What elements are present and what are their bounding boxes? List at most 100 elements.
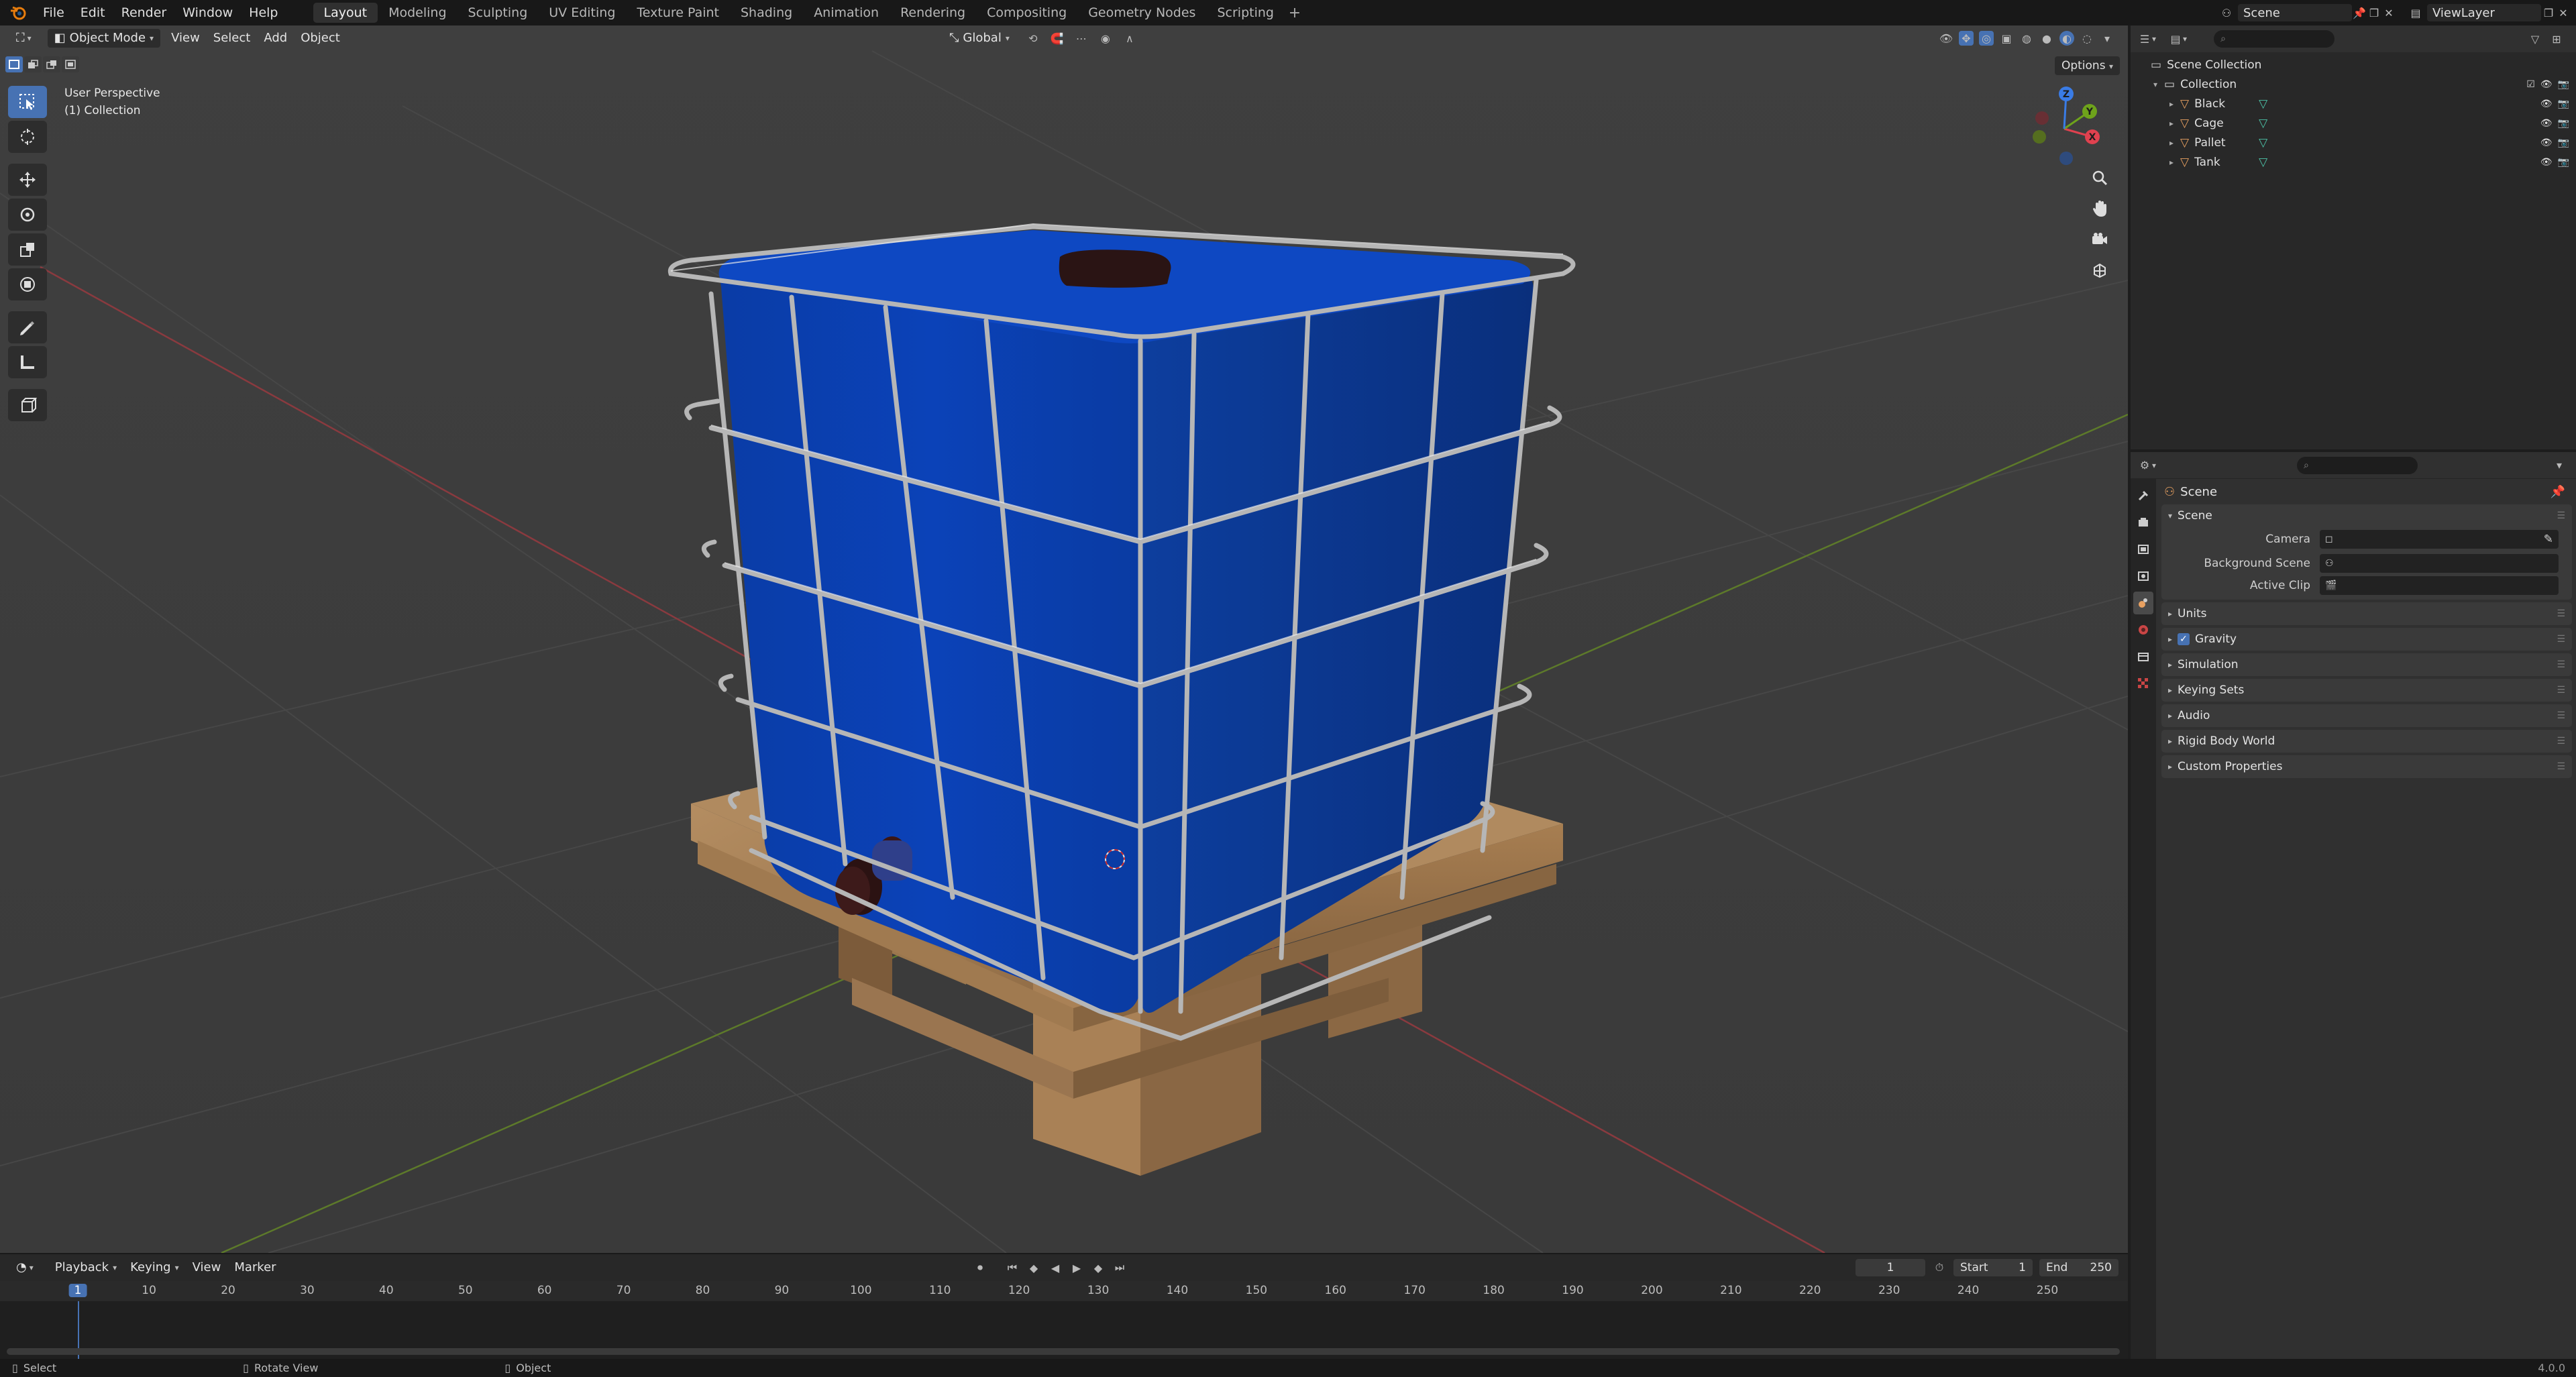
expand-arrow-icon[interactable]: ▸ [2169, 158, 2174, 167]
timeline-menu-view[interactable]: View [186, 1258, 228, 1277]
tab-animation[interactable]: Animation [803, 3, 890, 23]
ortho-grid-icon[interactable] [2085, 258, 2114, 283]
add-workspace-icon[interactable]: + [1285, 5, 1305, 21]
tab-shading[interactable]: Shading [730, 3, 803, 23]
chevron-down-icon[interactable]: ▾ [2552, 458, 2567, 473]
background-scene-field[interactable]: ⚇ [2320, 554, 2559, 573]
pivot-icon[interactable]: ⟲ [1026, 31, 1040, 46]
drag-handle-icon[interactable]: ☰ [2557, 710, 2565, 721]
tab-uv-editing[interactable]: UV Editing [538, 3, 626, 23]
play-icon[interactable]: ▶ [1069, 1260, 1084, 1275]
current-frame-field[interactable]: 1 [1856, 1259, 1925, 1276]
camera-icon[interactable]: 📷 [2558, 137, 2569, 148]
editor-type-dropdown[interactable]: ⛶ ▾ [9, 29, 38, 48]
eyedropper-icon[interactable]: ✎ [2544, 533, 2553, 546]
scale-tool[interactable] [8, 233, 47, 266]
cursor-tool[interactable] [8, 121, 47, 153]
timeline-scrollbar[interactable] [7, 1348, 2120, 1355]
outliner-row-cage[interactable]: ▸ ▽ Cage ▽ 👁 📷 [2131, 113, 2576, 133]
viewport-menu-view[interactable]: View [164, 29, 207, 48]
mesh-data-icon[interactable]: ▽ [2259, 136, 2267, 150]
duplicate-icon[interactable]: ❐ [2367, 5, 2381, 20]
outliner-editor-icon[interactable]: ☰ [2137, 32, 2152, 46]
tab-sculpting[interactable]: Sculpting [458, 3, 539, 23]
camera-field[interactable]: ◻ ✎ [2320, 530, 2559, 549]
properties-editor-icon[interactable]: ⚙ [2137, 458, 2152, 473]
play-reverse-icon[interactable]: ◀ [1048, 1260, 1063, 1275]
navigation-gizmo[interactable]: X Y Z [2021, 82, 2108, 169]
mesh-data-icon[interactable]: ▽ [2259, 97, 2267, 111]
add-cube-tool[interactable] [8, 389, 47, 421]
menu-file[interactable]: File [35, 0, 72, 25]
expand-arrow-icon[interactable]: ▸ [2169, 119, 2174, 128]
expand-arrow-icon[interactable]: ▸ [2169, 99, 2174, 109]
rotate-tool[interactable] [8, 199, 47, 231]
xray-icon[interactable]: ▣ [1999, 31, 2014, 46]
camera-view-icon[interactable] [2085, 227, 2114, 252]
jump-start-icon[interactable]: ⏮ [1005, 1260, 1020, 1275]
wireframe-shading-icon[interactable]: ◍ [2019, 31, 2034, 46]
expand-arrow-icon[interactable]: ▾ [2153, 80, 2157, 89]
select-new-icon[interactable] [5, 56, 23, 72]
viewport-menu-object[interactable]: Object [294, 29, 347, 48]
shading-options-icon[interactable]: ▾ [2100, 31, 2114, 46]
prev-keyframe-icon[interactable]: ◆ [1026, 1260, 1041, 1275]
camera-icon[interactable]: 📷 [2558, 79, 2569, 90]
end-frame-field[interactable]: End 250 [2039, 1259, 2118, 1276]
gizmo-toggle-icon[interactable]: ✥ [1959, 31, 1974, 46]
view-layer-tab-icon[interactable] [2133, 565, 2153, 588]
viewport-menu-add[interactable]: Add [257, 29, 294, 48]
render-tab-icon[interactable] [2133, 511, 2153, 534]
outliner-row-black[interactable]: ▸ ▽ Black ▽ 👁 📷 [2131, 94, 2576, 113]
expand-arrow-icon[interactable]: ▸ [2169, 138, 2174, 148]
select-subtract-icon[interactable] [43, 56, 60, 72]
transform-tool[interactable] [8, 268, 47, 300]
visibility-icon[interactable]: 👁 [1939, 31, 1953, 46]
viewport-scene[interactable] [0, 25, 2128, 1253]
panel-checkbox[interactable]: ✓ [2178, 633, 2190, 645]
3d-viewport[interactable]: ⛶ ▾ ◧ Object Mode ▾ View Select Add Object ⤡… [0, 25, 2128, 1253]
drag-handle-icon[interactable]: ☰ [2557, 761, 2565, 772]
tab-scripting[interactable]: Scripting [1206, 3, 1285, 23]
record-icon[interactable]: ⏺ [973, 1260, 987, 1275]
measure-tool[interactable] [8, 346, 47, 378]
options-dropdown[interactable]: Options ▾ [2054, 56, 2120, 75]
new-collection-icon[interactable]: ⊞ [2549, 32, 2564, 46]
tab-layout[interactable]: Layout [313, 3, 378, 23]
tank-lid[interactable] [1059, 250, 1171, 288]
outliner-search-input[interactable]: ⌕ [2214, 30, 2335, 48]
select-invert-icon[interactable] [62, 56, 79, 72]
viewlayer-selector[interactable]: ViewLayer [2427, 4, 2541, 21]
blender-logo-icon[interactable] [8, 3, 28, 23]
properties-search-input[interactable]: ⌕ [2297, 456, 2418, 474]
duplicate-icon[interactable]: ❐ [2541, 5, 2556, 20]
drag-handle-icon[interactable]: ☰ [2557, 685, 2565, 696]
stopwatch-icon[interactable]: ⏱ [1932, 1260, 1947, 1275]
timeline-menu-marker[interactable]: Marker [227, 1258, 282, 1277]
menu-render[interactable]: Render [113, 0, 175, 25]
material-shading-icon[interactable]: ◐ [2059, 31, 2074, 46]
panel-header[interactable]: ▸ ✓ Gravity ☰ [2161, 628, 2572, 651]
world-tab-icon[interactable] [2133, 618, 2153, 641]
tab-compositing[interactable]: Compositing [976, 3, 1077, 23]
menu-help[interactable]: Help [241, 0, 286, 25]
start-frame-field[interactable]: Start 1 [1953, 1259, 2033, 1276]
panel-header[interactable]: ▸ Custom Properties ☰ [2161, 755, 2572, 778]
close-icon[interactable]: ✕ [2556, 5, 2571, 20]
viewlayer-icon[interactable]: ▤ [2408, 5, 2423, 20]
properties-editor[interactable]: ⚙ ▾ ⌕ ▾ ⚇ Scene 📌 ▾ Scene ☰ Camera ◻ ✎ B… [2131, 452, 2576, 1359]
tab-rendering[interactable]: Rendering [890, 3, 976, 23]
drag-handle-icon[interactable]: ☰ [2557, 736, 2565, 747]
outliner-row-tank[interactable]: ▸ ▽ Tank ▽ 👁 📷 [2131, 152, 2576, 172]
texture-tab-icon[interactable] [2133, 672, 2153, 695]
falloff-icon[interactable]: ∧ [1122, 31, 1137, 46]
active-clip-field[interactable]: 🎬 [2320, 576, 2559, 595]
tab-modeling[interactable]: Modeling [378, 3, 457, 23]
collection-tab-icon[interactable] [2133, 645, 2153, 668]
drag-handle-icon[interactable]: ☰ [2557, 634, 2565, 645]
timeline-editor[interactable]: ◔ ▾ Playback ▾ Keying ▾ View Marker ⏺ ⏮ ◆ ◀ ▶ … [0, 1253, 2128, 1360]
panel-header[interactable]: ▸ Rigid Body World ☰ [2161, 730, 2572, 753]
next-keyframe-icon[interactable]: ◆ [1091, 1260, 1106, 1275]
timeline-keyframe-area[interactable] [0, 1301, 2128, 1360]
snap-target-icon[interactable]: ⋯ [1074, 31, 1089, 46]
